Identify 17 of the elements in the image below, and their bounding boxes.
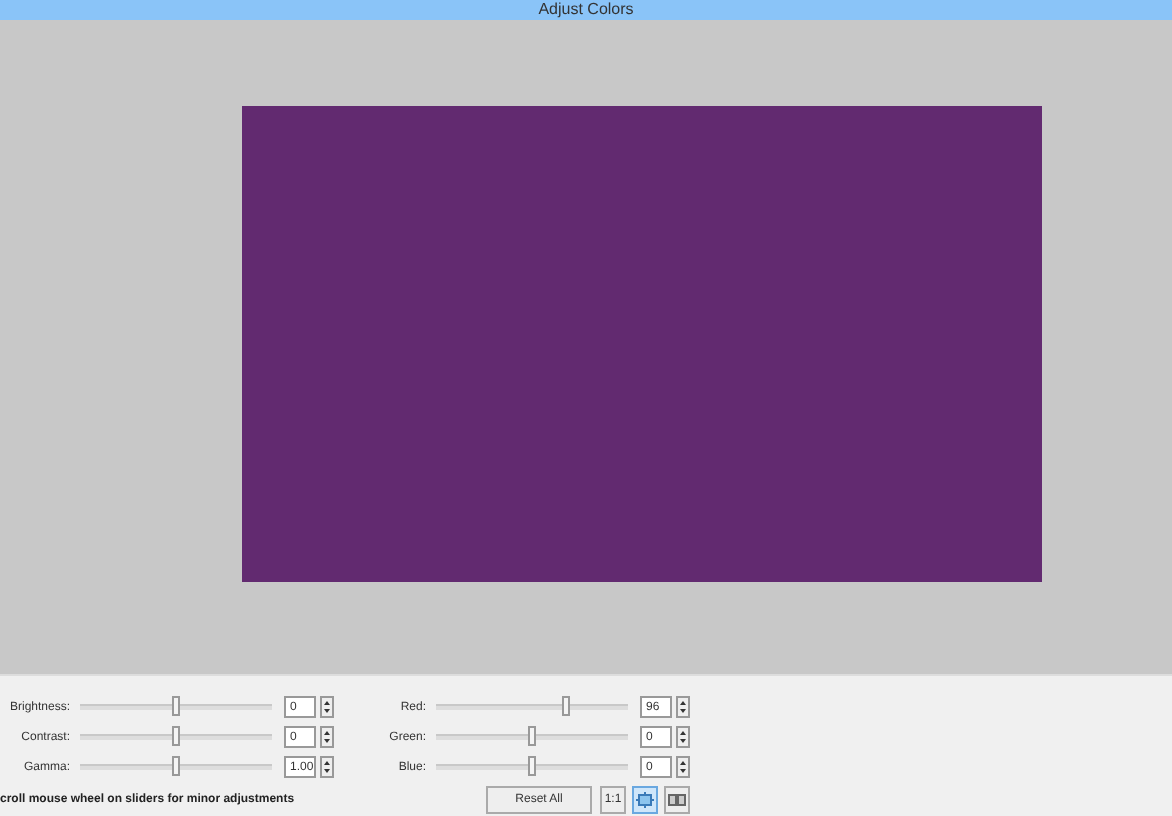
slider-thumb[interactable] (562, 696, 571, 716)
spinner-icon[interactable] (676, 726, 690, 748)
spinner-icon[interactable] (676, 696, 690, 718)
fit-button[interactable] (632, 786, 658, 815)
spinner-icon[interactable] (676, 756, 690, 778)
slider-thumb[interactable] (528, 756, 536, 776)
spinner-icon[interactable] (320, 696, 334, 718)
slider-thumb[interactable] (172, 756, 180, 776)
slider-thumb[interactable] (172, 726, 180, 746)
window-title: Adjust Colors (538, 0, 634, 20)
split-view-button[interactable] (664, 786, 690, 815)
slider-thumb[interactable] (172, 696, 180, 716)
split-view-icon (668, 792, 686, 809)
spinner-icon[interactable] (320, 726, 334, 748)
spinner-icon[interactable] (320, 756, 334, 778)
slider-thumb[interactable] (528, 726, 536, 746)
fit-icon (636, 792, 654, 809)
